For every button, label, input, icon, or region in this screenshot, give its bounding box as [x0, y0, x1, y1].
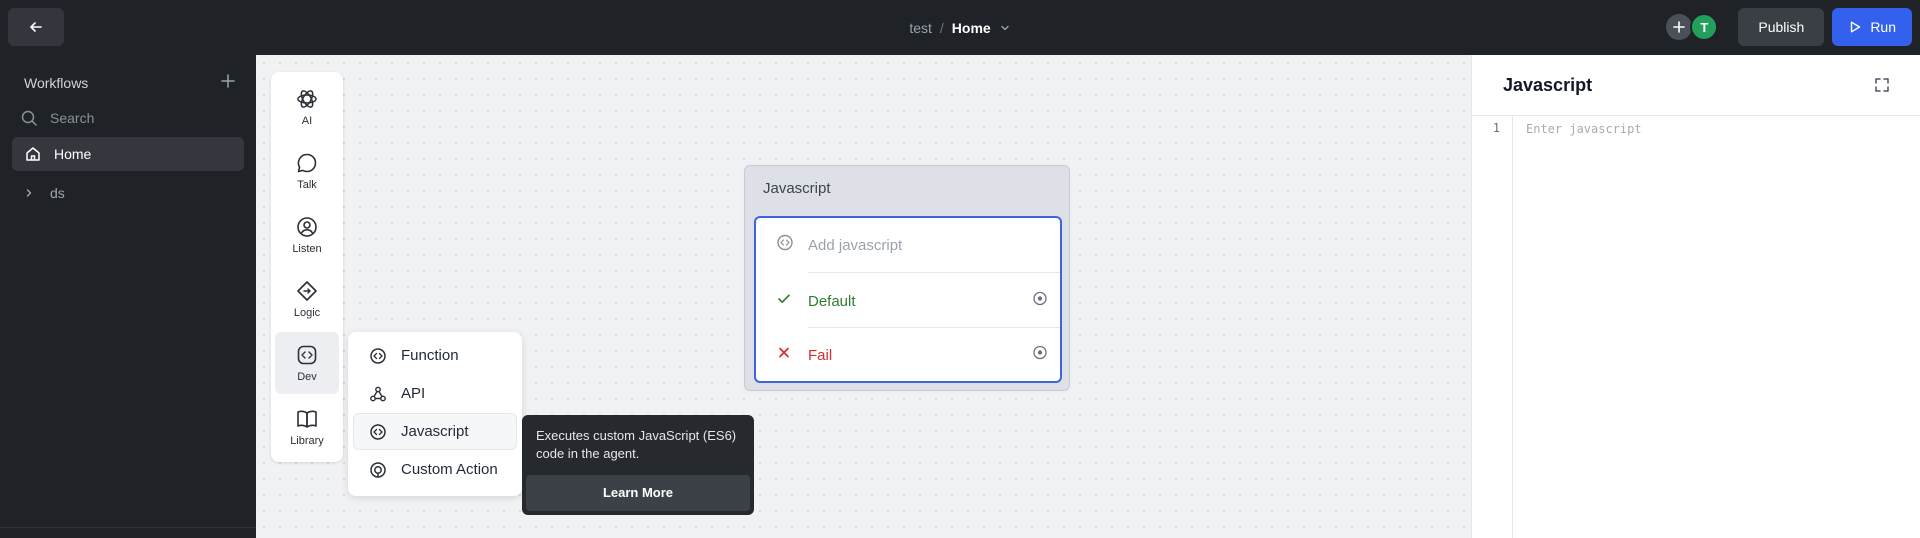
speech-bubble-icon	[297, 153, 317, 173]
step-tooltip: Executes custom JavaScript (ES6) code in…	[522, 415, 754, 515]
check-icon	[776, 291, 792, 312]
menu-item-label: API	[401, 385, 426, 402]
node-divider	[808, 272, 1060, 273]
code-circle-icon	[370, 423, 386, 440]
workflow-sidebar: Workflows Search Home ds	[0, 55, 256, 538]
rail-item-library[interactable]: Library	[275, 396, 339, 458]
chevron-down-icon[interactable]	[999, 22, 1011, 34]
menu-item-api[interactable]: API	[353, 375, 517, 412]
path-label-default: Default	[808, 292, 856, 310]
sidebar-item-label: ds	[50, 185, 65, 201]
sidebar-item-ds[interactable]: ds	[24, 176, 65, 210]
port-icon[interactable]	[1032, 291, 1048, 312]
dev-step-menu: Function API Javascript Custom Action	[348, 332, 522, 496]
code-editor-input[interactable]	[1526, 117, 1906, 141]
port-icon[interactable]	[1032, 345, 1048, 366]
rail-item-logic[interactable]: Logic	[275, 268, 339, 330]
home-icon	[26, 147, 40, 161]
rail-item-label: Logic	[293, 307, 321, 319]
panel-title: Javascript	[1503, 75, 1593, 95]
rail-item-listen[interactable]: Listen	[275, 204, 339, 266]
menu-item-custom-action[interactable]: Custom Action	[353, 451, 517, 488]
rail-item-label: Talk	[297, 179, 317, 191]
node-path-default[interactable]: Default	[756, 274, 1060, 328]
search-icon	[21, 110, 37, 126]
tooltip-text: Executes custom JavaScript (ES6) code in…	[536, 428, 737, 461]
top-bar: test / Home T Publish Run	[0, 0, 1920, 55]
node-code-placeholder: Add javascript	[808, 236, 903, 254]
sidebar-title: Workflows	[24, 74, 89, 91]
rail-item-ai[interactable]: AI	[275, 76, 339, 138]
run-button[interactable]: Run	[1832, 8, 1912, 46]
breadcrumb: test / Home	[0, 0, 1920, 55]
path-label-fail: Fail	[808, 346, 833, 364]
rail-item-label: AI	[301, 115, 313, 127]
rail-item-dev[interactable]: Dev	[275, 332, 339, 394]
play-icon	[1851, 21, 1861, 33]
target-icon	[370, 461, 386, 478]
rail-item-talk[interactable]: Talk	[275, 140, 339, 202]
openai-icon	[297, 90, 317, 108]
sidebar-header: Workflows	[24, 73, 236, 92]
add-collaborator-button[interactable]	[1666, 14, 1693, 40]
breadcrumb-separator: /	[939, 19, 944, 36]
menu-item-label: Custom Action	[401, 461, 498, 478]
add-workflow-button[interactable]	[220, 73, 236, 92]
topbar-actions: T Publish Run	[1666, 8, 1912, 46]
plus-icon	[1673, 21, 1686, 33]
avatar[interactable]: T	[1690, 13, 1719, 41]
user-circle-icon	[297, 217, 317, 237]
breadcrumb-current[interactable]: Home	[952, 20, 991, 36]
menu-item-function[interactable]: Function	[353, 337, 517, 374]
node-code-row[interactable]: Add javascript	[756, 218, 1060, 272]
sidebar-divider	[0, 527, 256, 528]
code-circle-icon	[776, 234, 794, 257]
book-icon	[297, 410, 317, 428]
sidebar-item-home[interactable]: Home	[12, 137, 244, 171]
panel-divider	[1472, 115, 1920, 116]
rail-item-label: Library	[290, 435, 324, 447]
sidebar-item-label: Home	[54, 146, 92, 162]
search-placeholder: Search	[50, 110, 95, 126]
line-number: 1	[1492, 121, 1500, 135]
editor-panel: Javascript 1	[1471, 55, 1920, 538]
rail-item-label: Listen	[292, 243, 322, 255]
node-path-fail[interactable]: Fail	[756, 328, 1060, 382]
javascript-node[interactable]: Javascript Add javascript Default Fail	[744, 165, 1070, 391]
workflow-canvas[interactable]: AI Talk Listen Logic Dev Library Functio…	[256, 55, 1471, 538]
diamond-icon	[297, 281, 317, 301]
arrow-left-icon	[30, 22, 42, 32]
chevron-right-icon	[26, 189, 32, 197]
breadcrumb-project[interactable]: test	[909, 20, 932, 36]
sidebar-search[interactable]: Search	[20, 105, 236, 131]
menu-item-javascript[interactable]: Javascript	[353, 413, 517, 450]
run-button-label: Run	[1870, 19, 1896, 35]
node-body[interactable]: Add javascript Default Fail	[754, 216, 1062, 383]
publish-button[interactable]: Publish	[1738, 8, 1825, 46]
x-icon	[776, 345, 792, 366]
plus-icon	[221, 74, 235, 88]
node-title[interactable]: Javascript	[763, 180, 831, 197]
menu-item-label: Function	[401, 347, 459, 364]
editor-gutter	[1472, 116, 1513, 538]
step-toolbar: AI Talk Listen Logic Dev Library	[271, 72, 343, 462]
menu-item-label: Javascript	[401, 423, 469, 440]
expand-icon[interactable]	[1874, 77, 1890, 98]
code-icon	[297, 345, 317, 365]
code-circle-icon	[370, 347, 386, 364]
rail-item-label: Dev	[297, 371, 317, 383]
back-button[interactable]	[8, 8, 64, 46]
webhook-icon	[370, 386, 386, 401]
learn-more-button[interactable]: Learn More	[526, 475, 750, 511]
